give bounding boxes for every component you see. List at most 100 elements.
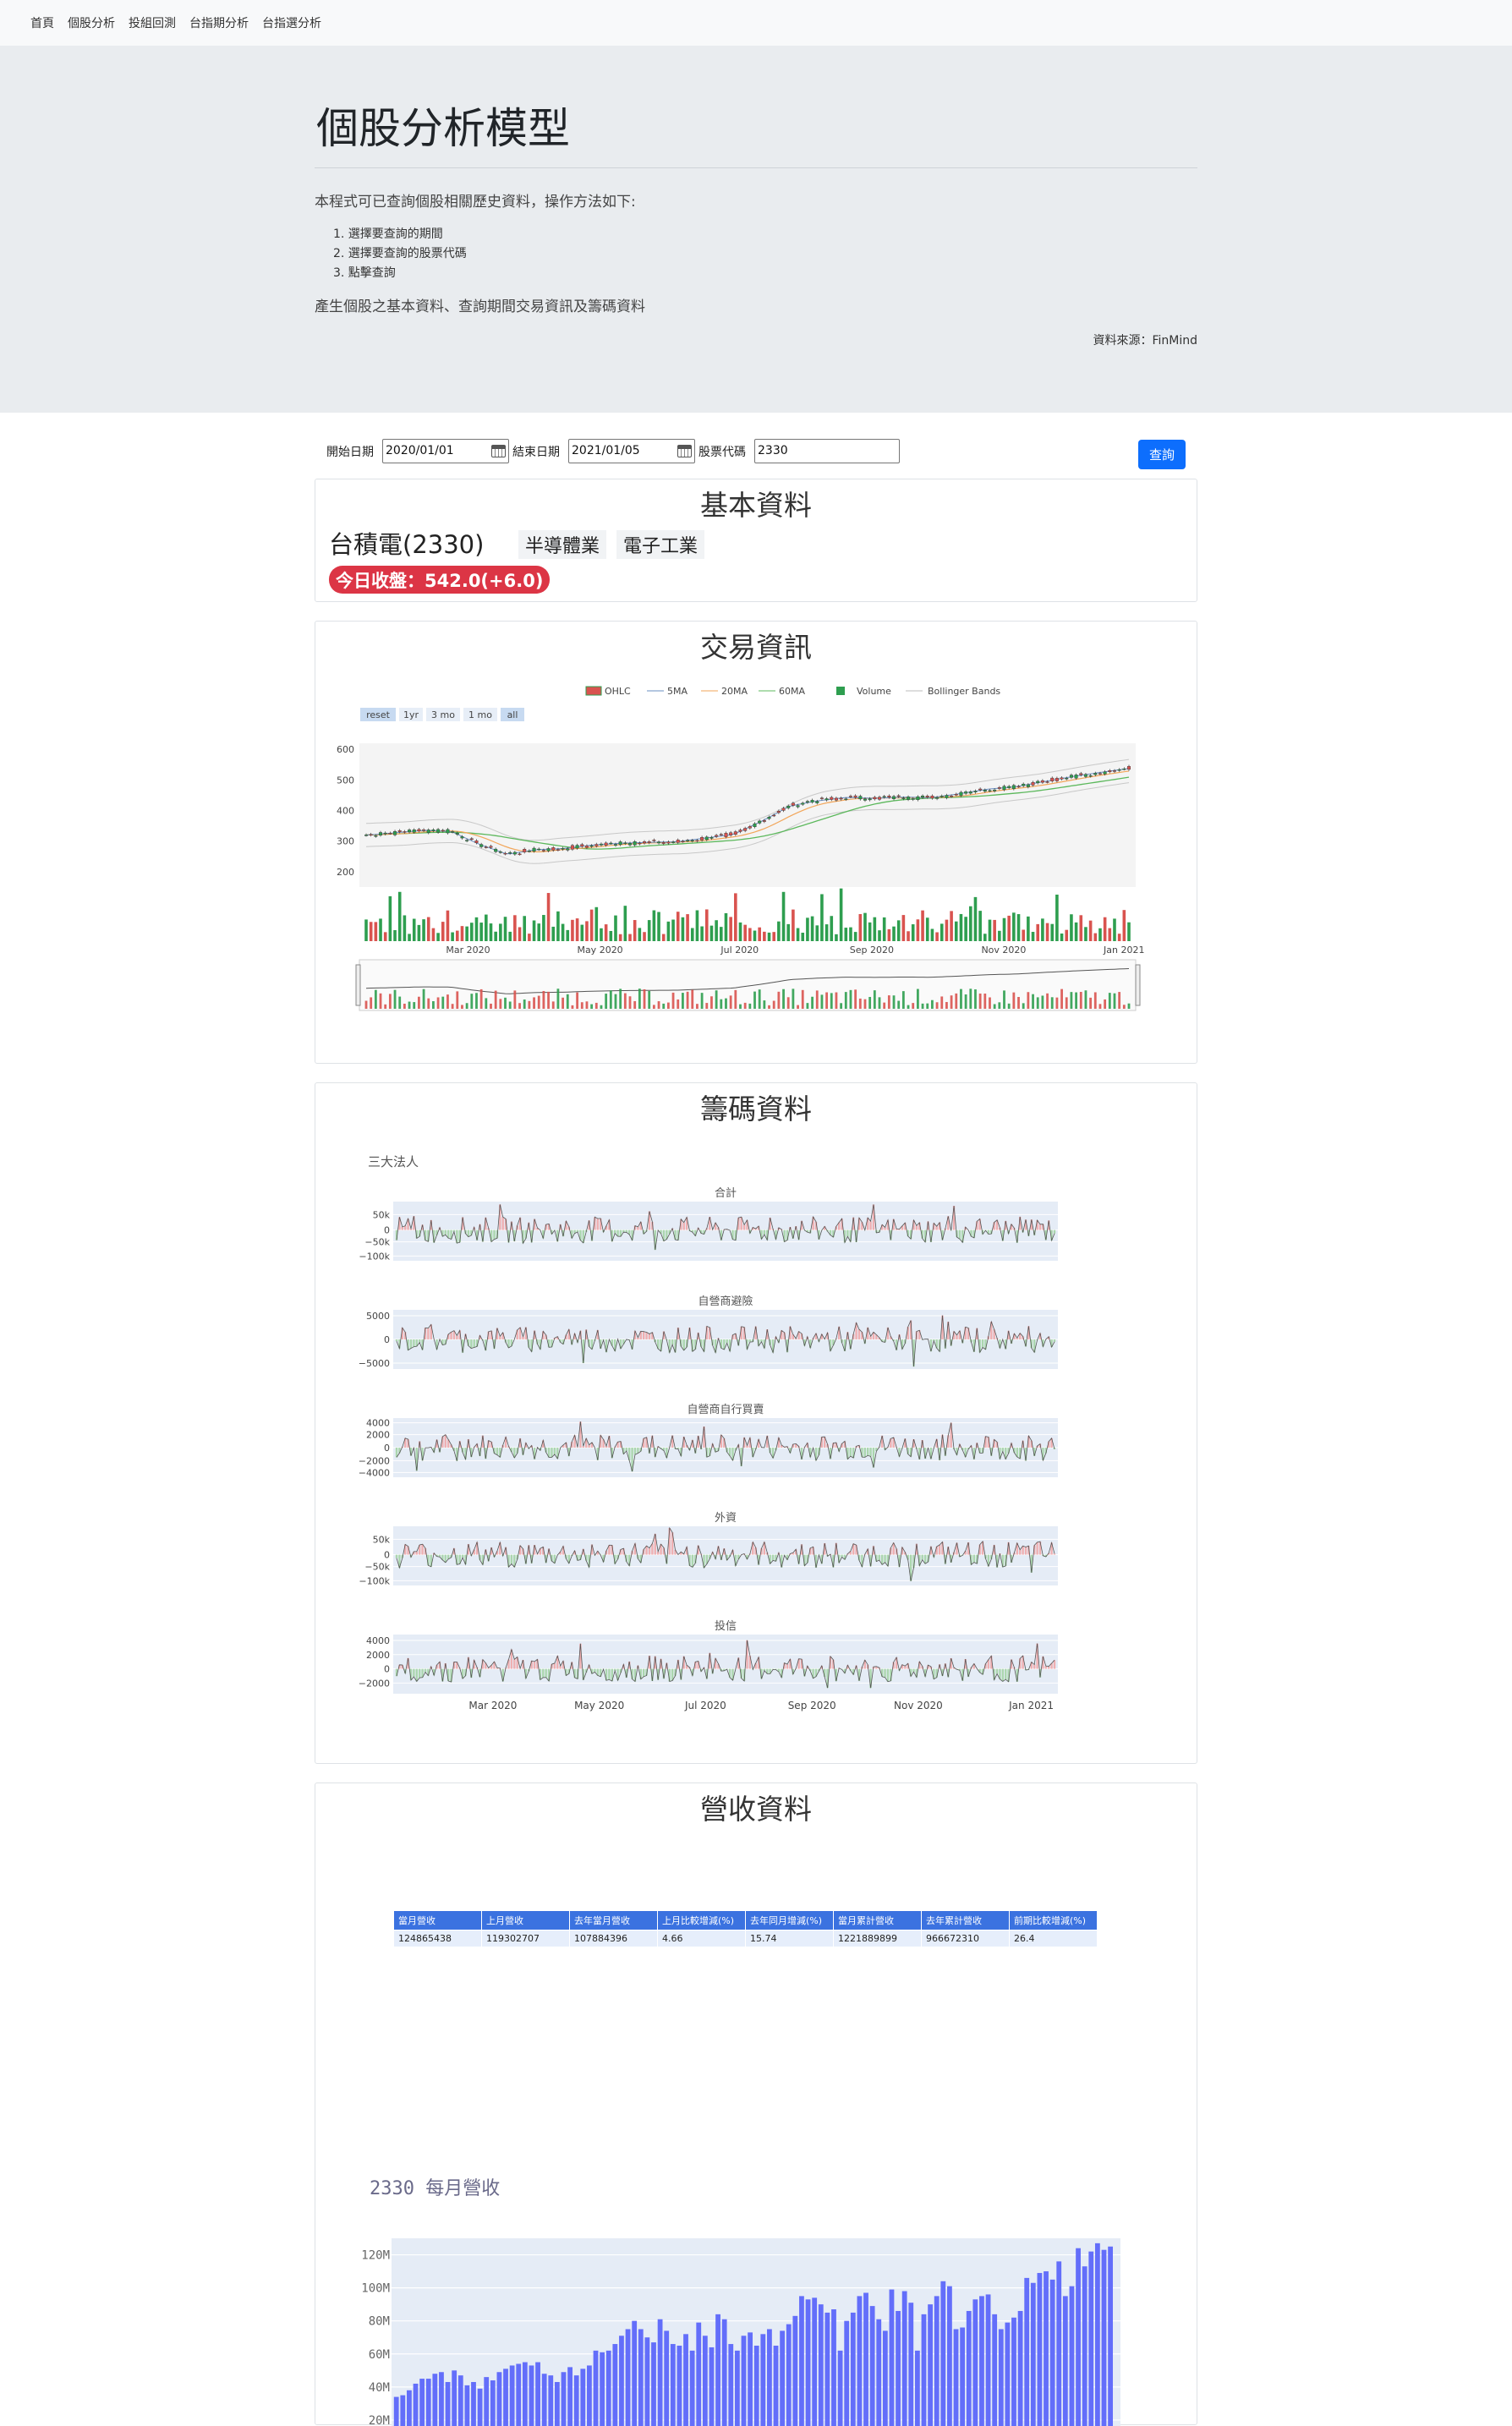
slider-volume-bar <box>485 998 488 1009</box>
slider-volume-bar <box>753 991 756 1009</box>
time-tick: Jul 2020 <box>720 945 759 956</box>
slider-volume-bar <box>811 996 814 1009</box>
candle <box>657 841 661 844</box>
candle <box>374 835 378 837</box>
volume-bar <box>715 920 718 941</box>
revenue-bar <box>464 2385 470 2426</box>
candle <box>426 830 430 833</box>
volume-bar <box>542 915 545 941</box>
nav-options-analysis[interactable]: 台指選分析 <box>262 14 321 31</box>
slider-volume-bar <box>1113 993 1116 1009</box>
revenue-y-tick: 120M <box>361 2249 390 2263</box>
volume-bar <box>470 923 474 941</box>
candle <box>652 840 656 841</box>
slider-volume-bar <box>734 989 737 1009</box>
slider-volume-bar <box>441 996 445 1009</box>
chips-card: 籌碼資料 三大法人 合計 50k 0 −50k −100k 自營商避險 5000 0 −5000… <box>315 1082 1197 1764</box>
volume-bar <box>397 891 402 941</box>
slider-handle-right[interactable] <box>1135 964 1141 1006</box>
volume-bar <box>993 919 996 941</box>
candle <box>786 805 791 808</box>
slider-volume-bar <box>590 1004 594 1009</box>
revenue-bar <box>837 2350 843 2426</box>
candle <box>733 831 737 835</box>
candle <box>408 830 412 833</box>
candle <box>527 851 531 852</box>
volume-bar <box>1031 932 1035 941</box>
revenue-bar <box>541 2374 547 2426</box>
volume-bar <box>954 921 958 941</box>
time-tick: Jan 2021 <box>1103 945 1144 956</box>
price-axis: 600 500 400 300 200 <box>337 744 354 878</box>
slider-volume-bar <box>806 1003 809 1009</box>
calendar-icon[interactable] <box>491 445 506 457</box>
revenue-bar <box>786 2324 792 2426</box>
candle <box>546 848 551 852</box>
revenue-bar <box>773 2346 779 2426</box>
stock-code-input[interactable]: 2330 <box>754 439 900 463</box>
slider-volume-bar <box>408 1001 411 1009</box>
slider-handle-left[interactable] <box>355 964 361 1006</box>
volume-bar <box>892 926 896 941</box>
monthly-revenue-chart[interactable]: 2330 每月營收 020M40M60M80M100M120M201220132… <box>315 1834 1197 2426</box>
candle <box>968 791 972 794</box>
candle <box>570 845 574 850</box>
revenue-bar <box>1056 2261 1062 2426</box>
volume-bar <box>849 927 852 941</box>
volume-bar <box>623 906 627 941</box>
candle <box>397 830 402 832</box>
institutional-charts[interactable]: 三大法人 合計50k0−50k−100k自營商避險50000−5000自營商自行… <box>315 1134 1197 1751</box>
revenue-bar <box>529 2365 534 2426</box>
slider-volume-bar <box>998 1002 1001 1009</box>
chip-tick: −50k <box>364 1562 390 1573</box>
slider-volume-bar <box>374 989 377 1009</box>
slider-volume-bar <box>1108 993 1111 1009</box>
volume-bar <box>618 934 622 941</box>
nav-home[interactable]: 首頁 <box>30 14 54 31</box>
volume-bar <box>1103 917 1107 941</box>
start-date-input[interactable]: 2020/01/01 <box>382 439 509 463</box>
candle <box>830 797 834 800</box>
candle <box>781 808 786 811</box>
slider-volume-bar <box>739 1004 742 1009</box>
calendar-icon[interactable] <box>677 445 692 457</box>
candle <box>479 844 484 847</box>
candle <box>412 830 416 833</box>
nav-portfolio-backtest[interactable]: 投組回測 <box>129 14 176 31</box>
candlestick-chart[interactable]: reset 1yr 3 mo 1 mo all OHLC 5MA 20MA 60… <box>315 672 1197 1061</box>
revenue-bar <box>419 2379 425 2426</box>
revenue-bar <box>960 2327 966 2426</box>
legend-label: 5MA <box>667 686 688 697</box>
slider-volume-bar <box>638 988 641 1009</box>
candle <box>618 841 622 846</box>
volume-bar <box>1084 927 1087 941</box>
volume-bar <box>575 918 579 941</box>
candle <box>638 842 642 845</box>
nav-stock-analysis[interactable]: 個股分析 <box>68 14 115 31</box>
slider-volume-bar <box>580 1002 583 1009</box>
query-button[interactable]: 查詢 <box>1138 440 1186 469</box>
revenue-bar <box>600 2352 605 2426</box>
slider-volume-bar <box>1007 1003 1011 1009</box>
candle <box>1036 780 1040 784</box>
candle <box>945 795 949 798</box>
volume-bar <box>767 932 771 941</box>
trade-info-title: 交易資訊 <box>700 631 812 664</box>
candle <box>575 845 579 849</box>
volume-bar <box>729 917 732 941</box>
slider-volume-bar <box>883 1002 886 1009</box>
candle <box>604 842 608 846</box>
candle <box>551 847 556 851</box>
legend-label: 60MA <box>779 686 805 697</box>
volume-bar <box>921 910 924 941</box>
end-date-input[interactable]: 2021/01/05 <box>568 439 695 463</box>
volume-bar <box>998 930 1001 941</box>
volume-bar <box>446 910 450 941</box>
slider-volume-bar <box>873 990 876 1009</box>
candle <box>868 798 872 801</box>
volume-bar <box>964 917 967 941</box>
nav-futures-analysis[interactable]: 台指期分析 <box>189 14 249 31</box>
revenue-bar <box>812 2297 818 2426</box>
volume-bar <box>465 926 468 941</box>
revenue-bar <box>992 2314 998 2426</box>
